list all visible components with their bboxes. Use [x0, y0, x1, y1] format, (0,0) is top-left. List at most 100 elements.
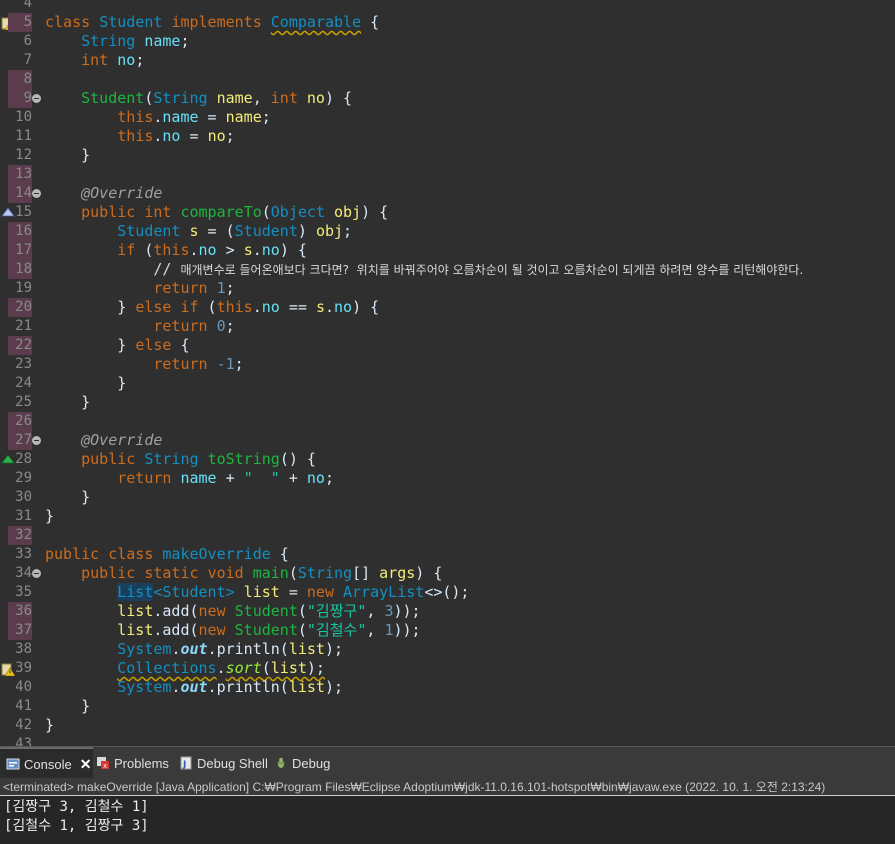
- code-line[interactable]: 36 list.add(new Student("김짱구", 3));: [0, 602, 895, 621]
- code-line[interactable]: 42}: [0, 716, 895, 735]
- code-line[interactable]: 40 System.out.println(list);: [0, 678, 895, 697]
- code-text[interactable]: public static void main(String[] args) {: [45, 564, 442, 583]
- debug-icon: [274, 756, 288, 770]
- line-number: 35: [15, 584, 32, 600]
- tab-problems[interactable]: x Problems: [96, 747, 176, 779]
- code-text[interactable]: int no;: [45, 51, 144, 70]
- line-number: 27: [8, 431, 32, 450]
- code-line[interactable]: 41 }: [0, 697, 895, 716]
- code-text[interactable]: }: [45, 488, 90, 507]
- code-line[interactable]: 11 this.no = no;: [0, 127, 895, 146]
- code-line[interactable]: 20 } else if (this.no == s.no) {: [0, 298, 895, 317]
- code-text[interactable]: public int compareTo(Object obj) {: [45, 203, 388, 222]
- line-number: 24: [15, 375, 32, 391]
- code-line[interactable]: 26: [0, 412, 895, 431]
- code-text[interactable]: public String toString() {: [45, 450, 316, 469]
- tab-console[interactable]: Console ✕: [0, 747, 93, 779]
- code-line[interactable]: 10 this.name = name;: [0, 108, 895, 127]
- line-number: 22: [8, 336, 32, 355]
- code-line[interactable]: 24 }: [0, 374, 895, 393]
- code-line[interactable]: 28 public String toString() {: [0, 450, 895, 469]
- code-line[interactable]: 27 @Override: [0, 431, 895, 450]
- code-text[interactable]: Student(String name, int no) {: [45, 89, 352, 108]
- line-number: 16: [8, 222, 32, 241]
- line-number: 14: [8, 184, 32, 203]
- code-text[interactable]: List<Student> list = new ArrayList<>();: [45, 583, 469, 602]
- code-text[interactable]: if (this.no > s.no) {: [45, 241, 307, 260]
- code-line[interactable]: 43: [0, 735, 895, 746]
- code-line[interactable]: 17 if (this.no > s.no) {: [0, 241, 895, 260]
- code-text[interactable]: return 1;: [45, 279, 234, 298]
- code-text[interactable]: System.out.println(list);: [45, 640, 343, 659]
- code-line[interactable]: 8: [0, 70, 895, 89]
- line-number: 42: [15, 717, 32, 733]
- svg-text:x: x: [103, 762, 107, 770]
- code-text[interactable]: }: [45, 507, 54, 526]
- code-text[interactable]: }: [45, 146, 90, 165]
- code-text[interactable]: }: [45, 716, 54, 735]
- code-line[interactable]: 7 int no;: [0, 51, 895, 70]
- code-text[interactable]: public class makeOverride {: [45, 545, 289, 564]
- fold-toggle-icon[interactable]: [32, 569, 41, 578]
- code-text[interactable]: // 매개변수로 들어온애보다 크다면? 위치를 바꿔주어야 오름차순이 될 것…: [45, 260, 803, 279]
- code-text[interactable]: list.add(new Student("김철수", 1));: [45, 621, 420, 640]
- code-line[interactable]: 12 }: [0, 146, 895, 165]
- tab-debug[interactable]: Debug: [274, 747, 344, 779]
- code-editor[interactable]: 4 5 class Student implements Comparable {6…: [0, 0, 895, 746]
- code-line[interactable]: 21 return 0;: [0, 317, 895, 336]
- code-text[interactable]: }: [45, 393, 90, 412]
- code-line[interactable]: 22 } else {: [0, 336, 895, 355]
- code-line[interactable]: 19 return 1;: [0, 279, 895, 298]
- code-text[interactable]: @Override: [45, 184, 162, 203]
- code-line[interactable]: 38 System.out.println(list);: [0, 640, 895, 659]
- code-text[interactable]: System.out.println(list);: [45, 678, 343, 697]
- code-text[interactable]: this.no = no;: [45, 127, 234, 146]
- code-line[interactable]: 33 public class makeOverride {: [0, 545, 895, 564]
- code-text[interactable]: return name + " " + no;: [45, 469, 334, 488]
- tab-debug-shell[interactable]: J Debug Shell: [179, 747, 273, 779]
- code-line[interactable]: 14 @Override: [0, 184, 895, 203]
- code-text[interactable]: } else if (this.no == s.no) {: [45, 298, 379, 317]
- code-text[interactable]: class Student implements Comparable {: [45, 13, 379, 32]
- code-line[interactable]: 39 Collections.sort(list);: [0, 659, 895, 678]
- code-line[interactable]: 4: [0, 0, 895, 13]
- code-line[interactable]: 16 Student s = (Student) obj;: [0, 222, 895, 241]
- code-text[interactable]: Collections.sort(list);: [45, 659, 325, 678]
- code-text[interactable]: this.name = name;: [45, 108, 271, 127]
- line-number: 7: [23, 52, 32, 68]
- tab-debug-shell-label: Debug Shell: [197, 755, 268, 771]
- code-line[interactable]: 25 }: [0, 393, 895, 412]
- tab-problems-label: Problems: [114, 755, 169, 771]
- code-text[interactable]: }: [45, 374, 126, 393]
- console-process-header: <terminated> makeOverride [Java Applicat…: [0, 778, 895, 796]
- line-number: 9: [8, 89, 32, 108]
- code-text[interactable]: return 0;: [45, 317, 234, 336]
- code-line[interactable]: 37 list.add(new Student("김철수", 1));: [0, 621, 895, 640]
- code-line[interactable]: 30 }: [0, 488, 895, 507]
- console-view[interactable]: <terminated> makeOverride [Java Applicat…: [0, 778, 895, 844]
- code-line[interactable]: 31}: [0, 507, 895, 526]
- fold-toggle-icon[interactable]: [32, 94, 41, 103]
- code-line[interactable]: 6 String name;: [0, 32, 895, 51]
- code-text[interactable]: String name;: [45, 32, 189, 51]
- close-icon[interactable]: ✕: [80, 756, 92, 773]
- code-text[interactable]: @Override: [45, 431, 162, 450]
- code-line[interactable]: 32: [0, 526, 895, 545]
- fold-toggle-icon[interactable]: [32, 436, 41, 445]
- fold-toggle-icon[interactable]: [32, 189, 41, 198]
- code-text[interactable]: return -1;: [45, 355, 243, 374]
- code-line[interactable]: 18 // 매개변수로 들어온애보다 크다면? 위치를 바꿔주어야 오름차순이 …: [0, 260, 895, 279]
- code-text[interactable]: }: [45, 697, 90, 716]
- code-text[interactable]: list.add(new Student("김짱구", 3));: [45, 602, 420, 621]
- code-line[interactable]: 35 List<Student> list = new ArrayList<>(…: [0, 583, 895, 602]
- line-number: 12: [15, 147, 32, 163]
- code-line[interactable]: 29 return name + " " + no;: [0, 469, 895, 488]
- code-line[interactable]: 13: [0, 165, 895, 184]
- code-text[interactable]: Student s = (Student) obj;: [45, 222, 352, 241]
- code-line[interactable]: 5 class Student implements Comparable {: [0, 13, 895, 32]
- code-line[interactable]: 9 Student(String name, int no) {: [0, 89, 895, 108]
- code-text[interactable]: } else {: [45, 336, 189, 355]
- code-line[interactable]: 23 return -1;: [0, 355, 895, 374]
- code-line[interactable]: 15 public int compareTo(Object obj) {: [0, 203, 895, 222]
- code-line[interactable]: 34 public static void main(String[] args…: [0, 564, 895, 583]
